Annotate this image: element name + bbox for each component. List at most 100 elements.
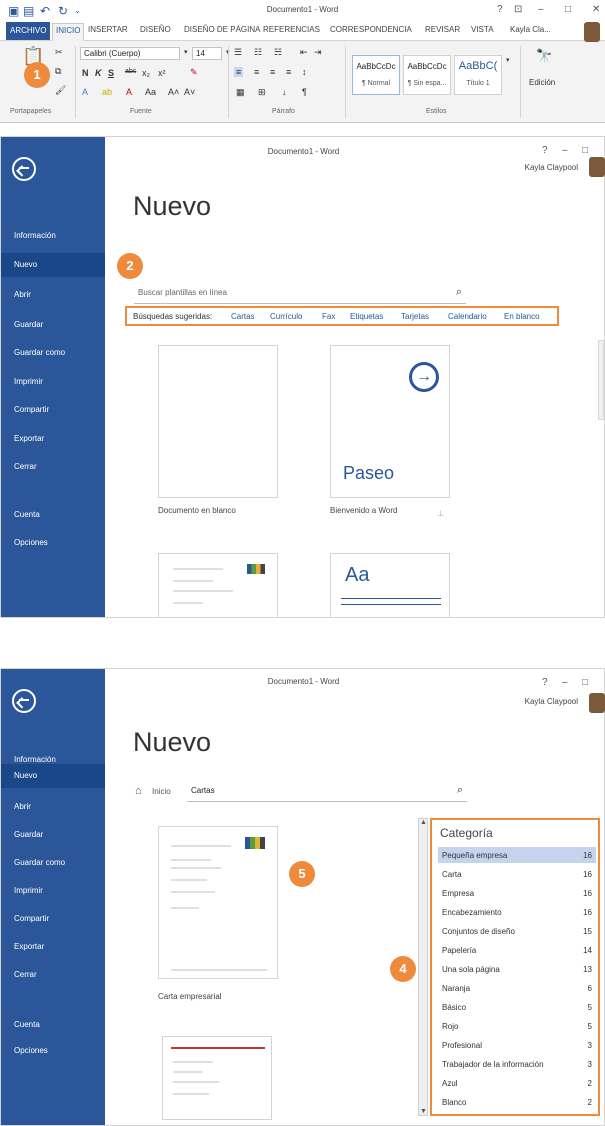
tab-correspondencia[interactable]: CORRESPONDENCIA — [330, 25, 412, 34]
home-link[interactable]: Inicio — [152, 787, 171, 796]
change-case-icon[interactable]: Aa — [145, 87, 156, 97]
nav-abrir[interactable]: Abrir — [1, 290, 105, 299]
tab-archivo[interactable]: ARCHIVO — [6, 22, 51, 40]
tab-diseno[interactable]: DISEÑO — [140, 25, 171, 34]
minimize-icon[interactable]: – — [538, 4, 544, 15]
tab-insertar[interactable]: INSERTAR — [88, 25, 128, 34]
style-sin-espaciado[interactable]: AaBbCcDc ¶ Sin espa... — [403, 55, 451, 95]
search-icon[interactable]: ⌕ — [457, 784, 463, 797]
nav-guardar-como[interactable]: Guardar como — [1, 858, 105, 867]
tab-inicio[interactable]: INICIO — [52, 23, 85, 41]
suggested-etiquetas[interactable]: Etiquetas — [350, 312, 383, 321]
tab-revisar[interactable]: REVISAR — [425, 25, 460, 34]
template-carta-empresarial[interactable] — [158, 826, 278, 979]
italic-icon[interactable]: K — [95, 68, 102, 78]
suggested-en-blanco[interactable]: En blanco — [504, 312, 540, 321]
maximize-icon[interactable]: □ — [565, 4, 571, 15]
align-center-icon[interactable]: ≡ — [254, 67, 259, 77]
decrease-indent-icon[interactable]: ⇤ — [300, 47, 308, 58]
align-left-icon[interactable]: ≡ — [234, 67, 244, 77]
numbering-icon[interactable]: ☷ — [254, 47, 262, 58]
help-icon[interactable]: ? — [542, 677, 548, 688]
category-item[interactable]: Profesional 3 — [438, 1037, 596, 1053]
nav-informacion[interactable]: Información — [1, 755, 105, 764]
category-item[interactable]: Trabajador de la información 3 — [438, 1056, 596, 1072]
avatar[interactable] — [584, 22, 600, 42]
nav-nuevo[interactable]: Nuevo — [1, 764, 105, 788]
category-item[interactable]: Conjuntos de diseño 15 — [438, 923, 596, 939]
category-item[interactable]: Encabezamiento 16 — [438, 904, 596, 920]
back-arrow-icon[interactable] — [12, 689, 36, 713]
category-item[interactable]: Rojo 5 — [438, 1018, 596, 1034]
borders-icon[interactable]: ⊞ — [258, 87, 266, 98]
search-icon[interactable]: ⌕ — [456, 286, 462, 299]
nav-opciones[interactable]: Opciones — [1, 538, 105, 547]
template-search-input[interactable]: Buscar plantillas en línea ⌕ — [134, 284, 466, 304]
back-arrow-icon[interactable] — [12, 157, 36, 181]
category-item[interactable]: Pequeña empresa 16 — [438, 847, 596, 863]
nav-opciones[interactable]: Opciones — [1, 1046, 105, 1055]
shrink-font-icon[interactable]: A˅ — [184, 87, 195, 97]
bold-icon[interactable]: N — [82, 68, 89, 78]
cut-icon[interactable]: ✂ — [55, 47, 63, 58]
tab-vista[interactable]: VISTA — [471, 25, 494, 34]
nav-cuenta[interactable]: Cuenta — [1, 1020, 105, 1029]
category-scrollbar[interactable]: ▲ ▼ — [418, 818, 428, 1116]
user-name[interactable]: Kayla Claypool — [525, 697, 578, 706]
nav-exportar[interactable]: Exportar — [1, 942, 105, 951]
help-button[interactable]: ? — [497, 4, 503, 15]
suggested-calendario[interactable]: Calendario — [448, 312, 487, 321]
nav-abrir[interactable]: Abrir — [1, 802, 105, 811]
suggested-fax[interactable]: Fax — [322, 312, 335, 321]
home-icon[interactable]: ⌂ — [135, 785, 142, 797]
styles-more-icon[interactable]: ▾ — [506, 56, 510, 64]
subscript-icon[interactable]: x₂ — [142, 68, 150, 78]
scroll-up-icon[interactable]: ▲ — [420, 819, 427, 826]
ribbon-display-options-icon[interactable]: ⊡ — [514, 4, 522, 15]
suggested-cartas[interactable]: Cartas — [231, 312, 255, 321]
category-item[interactable]: Carta 16 — [438, 866, 596, 882]
template-welcome-tour[interactable]: → Paseo — [330, 345, 450, 498]
superscript-icon[interactable]: x² — [158, 68, 166, 78]
tab-referencias[interactable]: REFERENCIAS — [263, 25, 320, 34]
minimize-icon[interactable]: – — [562, 145, 568, 156]
template-search-input[interactable]: Cartas ⌕ — [187, 782, 467, 802]
tab-diseno-de-pagina[interactable]: DISEÑO DE PÁGINA — [184, 25, 260, 34]
copy-icon[interactable]: ⧉ — [55, 66, 61, 77]
template-thumbnail[interactable]: Aa — [330, 553, 450, 618]
category-item[interactable]: Naranja 6 — [438, 980, 596, 996]
align-right-icon[interactable]: ≡ — [270, 67, 275, 77]
highlight-color-icon[interactable]: ab — [102, 87, 112, 97]
suggested-curriculo[interactable]: Currículo — [270, 312, 302, 321]
category-item[interactable]: Azul 2 — [438, 1075, 596, 1091]
category-item[interactable]: Blanco 2 — [438, 1094, 596, 1110]
text-effects-icon[interactable]: A — [82, 87, 88, 97]
template-blank-document[interactable] — [158, 345, 278, 498]
multilevel-list-icon[interactable]: ☵ — [274, 47, 282, 58]
line-spacing-icon[interactable]: ↕ — [302, 67, 307, 77]
category-item[interactable]: Empresa 16 — [438, 885, 596, 901]
font-size-box[interactable]: 14 — [192, 47, 222, 60]
nav-guardar-como[interactable]: Guardar como — [1, 348, 105, 357]
nav-cuenta[interactable]: Cuenta — [1, 510, 105, 519]
strikethrough-icon[interactable]: abc — [125, 68, 136, 75]
grow-font-icon[interactable]: A˄ — [168, 87, 179, 97]
nav-compartir[interactable]: Compartir — [1, 405, 105, 414]
nav-guardar[interactable]: Guardar — [1, 320, 105, 329]
nav-imprimir[interactable]: Imprimir — [1, 377, 105, 386]
maximize-icon[interactable]: □ — [582, 145, 588, 156]
font-name-box[interactable]: Calibri (Cuerpo) — [80, 47, 180, 60]
template-thumbnail[interactable] — [158, 553, 278, 618]
format-painter-icon[interactable]: 🖌 — [55, 85, 66, 96]
scroll-down-icon[interactable]: ▼ — [420, 1108, 427, 1115]
shading-icon[interactable]: ▦ — [236, 87, 245, 98]
nav-nuevo[interactable]: Nuevo — [1, 253, 105, 277]
find-icon[interactable]: 🔭 — [536, 48, 552, 64]
close-icon[interactable]: ✕ — [592, 4, 600, 15]
font-color-icon[interactable]: A — [126, 87, 132, 97]
user-name[interactable]: Kayla Cla... — [510, 25, 551, 34]
nav-compartir[interactable]: Compartir — [1, 914, 105, 923]
underline-icon[interactable]: S — [108, 68, 114, 78]
avatar[interactable] — [589, 693, 605, 713]
edicion-button[interactable]: Edición — [529, 78, 555, 87]
